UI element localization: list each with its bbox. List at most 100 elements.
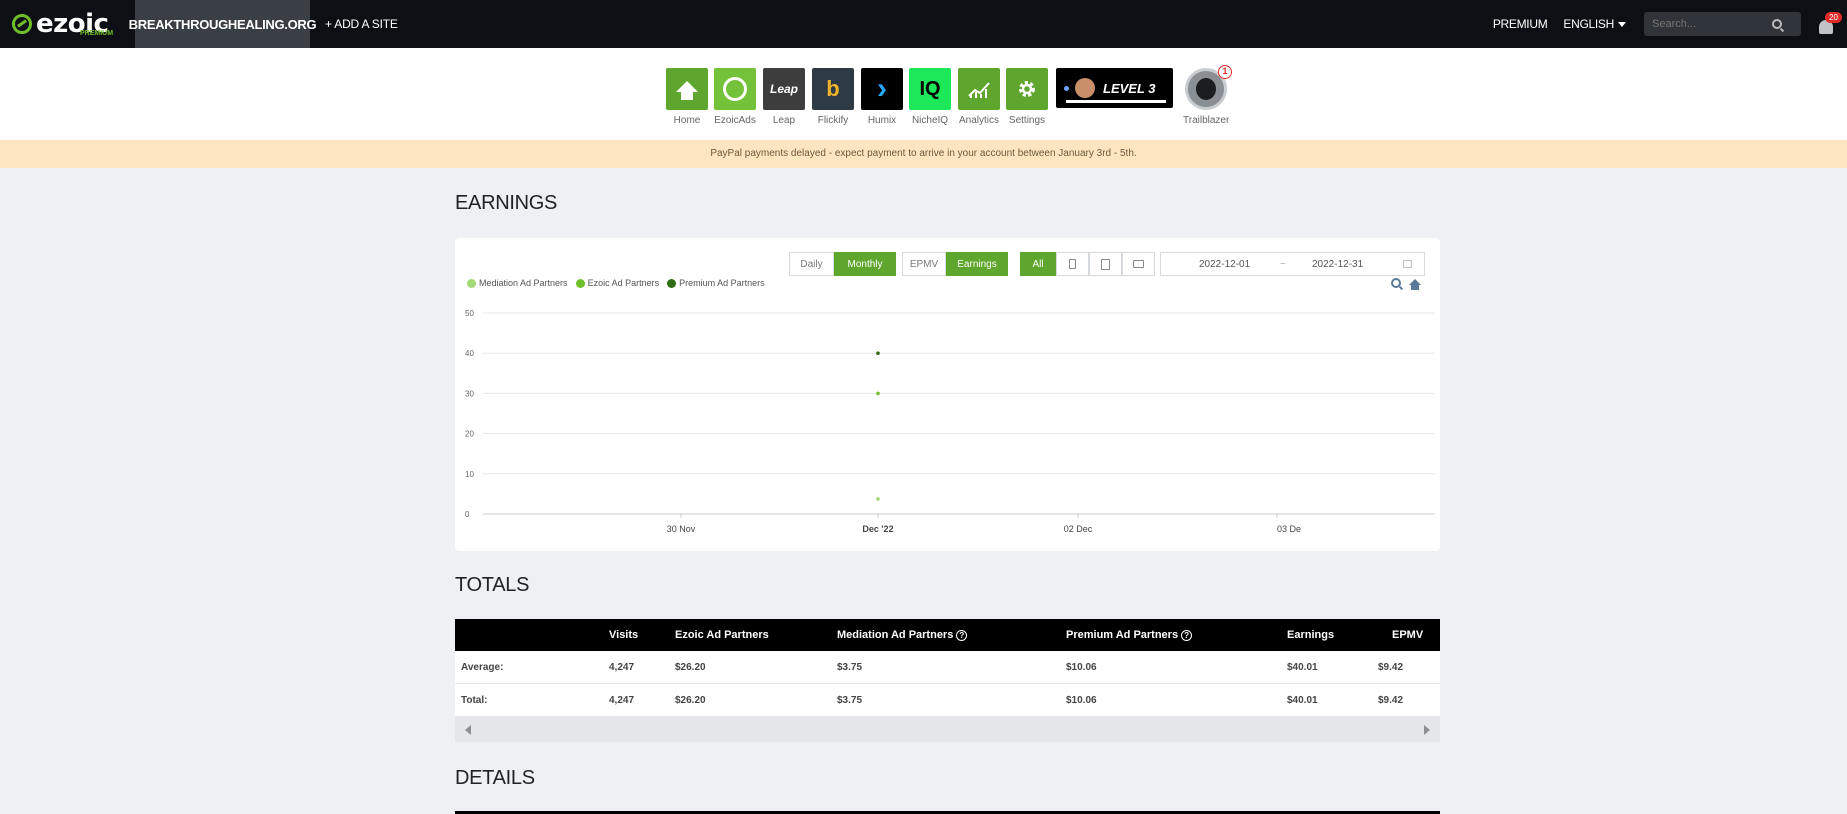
add-site-link[interactable]: + ADD A SITE (325, 17, 398, 31)
cell-ezoic: $26.20 (675, 694, 706, 706)
y-tick-label: 20 (465, 430, 474, 439)
app-label: Analytics (958, 115, 999, 126)
x-tick-label: 30 Nov (667, 524, 696, 534)
leap-icon: Leap (763, 68, 805, 110)
row-label: Total: (461, 694, 488, 706)
data-point[interactable] (876, 391, 880, 396)
search-input[interactable] (1652, 18, 1772, 30)
scroll-left-icon[interactable] (465, 725, 471, 735)
nicheiq-icon: IQ (909, 68, 951, 110)
table-header: Visits Ezoic Ad Partners Mediation Ad Pa… (455, 619, 1440, 651)
logo-premium-label: PREMIUM (80, 30, 114, 37)
data-point[interactable] (876, 497, 880, 501)
top-navbar: ezoic PREMIUM BREAKTHROUGHEALING.ORG + A… (0, 0, 1847, 48)
search-box (1644, 12, 1801, 36)
scroll-right-icon[interactable] (1424, 725, 1430, 735)
app-label: Home (673, 115, 701, 126)
app-label: Leap (772, 115, 796, 126)
totals-title: TOTALS (455, 574, 530, 596)
app-analytics[interactable]: Analytics (958, 68, 1000, 126)
header-mediation-ad-partners: Mediation Ad Partners? (837, 619, 968, 651)
y-tick-label: 40 (465, 349, 474, 358)
cell-visits: 4,247 (609, 661, 635, 673)
payment-notice-banner: PayPal payments delayed - expect payment… (0, 140, 1847, 168)
cell-earnings: $40.01 (1287, 694, 1318, 706)
y-tick-label: 0 (465, 510, 470, 519)
earnings-title: EARNINGS (455, 192, 558, 214)
apps-bar: Home EzoicAds Leap Leap b Flickify › Hum… (0, 48, 1847, 140)
help-icon[interactable]: ? (1181, 629, 1193, 641)
table-row: Average: 4,247 $26.20 $3.75 $10.06 $40.0… (455, 651, 1440, 684)
x-tick-label: 03 De (1277, 524, 1301, 534)
app-label: Flickify (817, 115, 849, 126)
app-ezoicads[interactable]: EzoicAds (714, 68, 756, 126)
app-leap[interactable]: Leap Leap (763, 68, 805, 126)
humix-icon: › (861, 68, 903, 110)
app-humix[interactable]: › Humix (861, 68, 903, 126)
header-visits: Visits (609, 629, 639, 641)
x-tick-label: Dec '22 (862, 524, 893, 534)
app-home[interactable]: Home (666, 68, 708, 126)
details-title: DETAILS (455, 767, 535, 789)
notifications-button[interactable]: 20 (1815, 10, 1842, 38)
data-point[interactable] (876, 351, 880, 355)
header-earnings: Earnings (1287, 629, 1335, 641)
avatar (1075, 78, 1095, 98)
search-icon[interactable] (1772, 19, 1782, 29)
help-icon[interactable]: ? (956, 629, 968, 641)
header-ezoic-ad-partners: Ezoic Ad Partners (675, 629, 769, 641)
cell-mediation: $3.75 (837, 694, 863, 706)
trailblazer-label: Trailblazer (1183, 115, 1230, 126)
app-label: Humix (867, 115, 897, 126)
level-progress-bar (1066, 100, 1166, 103)
app-nicheiq[interactable]: IQ NicheIQ (909, 68, 951, 126)
app-label: NicheIQ (911, 115, 949, 126)
cell-earnings: $40.01 (1287, 661, 1318, 673)
app-label: Settings (1008, 115, 1046, 126)
cell-epmv: $9.42 (1378, 661, 1404, 673)
analytics-icon (958, 68, 1000, 110)
cell-premium: $10.06 (1066, 661, 1097, 673)
top-right-controls: PREMIUM ENGLISH 20 (1493, 0, 1847, 48)
cell-ezoic: $26.20 (675, 661, 706, 673)
app-flickify[interactable]: b Flickify (812, 68, 854, 126)
cell-epmv: $9.42 (1378, 694, 1404, 706)
premium-link[interactable]: PREMIUM (1493, 17, 1548, 31)
status-dot (1064, 85, 1069, 91)
row-label: Average: (461, 661, 504, 673)
trailblazer-count-badge: 1 (1218, 65, 1232, 79)
app-label: EzoicAds (714, 115, 756, 126)
ezoic-logo[interactable]: ezoic PREMIUM (0, 0, 135, 48)
header-epmv: EPMV (1392, 629, 1424, 641)
x-tick-label: 02 Dec (1064, 524, 1093, 534)
gear-icon (1006, 68, 1048, 110)
language-label: ENGLISH (1563, 17, 1614, 31)
cell-premium: $10.06 (1066, 694, 1097, 706)
level-label: LEVEL 3 (1103, 80, 1156, 96)
app-settings[interactable]: Settings (1006, 68, 1048, 126)
y-tick-label: 10 (465, 470, 474, 479)
level-badge[interactable]: LEVEL 3 (1056, 68, 1173, 108)
language-dropdown[interactable]: ENGLISH (1563, 17, 1626, 31)
home-icon (666, 68, 708, 110)
trailblazer-badge[interactable]: 1 Trailblazer (1183, 65, 1232, 126)
caret-down-icon (1618, 22, 1626, 28)
y-tick-label: 50 (465, 309, 474, 318)
header-label: Mediation Ad Partners (837, 629, 954, 641)
table-row: Total: 4,247 $26.20 $3.75 $10.06 $40.01 … (455, 684, 1440, 717)
earnings-chart: 0 10 20 30 40 50 30 Nov Dec '22 02 Dec 03 De (465, 309, 1435, 534)
header-premium-ad-partners: Premium Ad Partners? (1066, 619, 1193, 651)
site-tab[interactable]: BREAKTHROUGHEALING.ORG (129, 0, 317, 48)
flickify-icon: b (812, 68, 854, 110)
totals-table: Visits Ezoic Ad Partners Mediation Ad Pa… (455, 619, 1440, 742)
cell-visits: 4,247 (609, 694, 635, 706)
ezoic-logo-icon (12, 14, 32, 34)
notification-count-badge: 20 (1825, 12, 1842, 23)
cell-mediation: $3.75 (837, 661, 863, 673)
horizontal-scrollbar[interactable] (455, 717, 1440, 742)
header-label: Premium Ad Partners (1066, 629, 1179, 641)
ezoicads-icon (714, 68, 756, 110)
earnings-chart-card: Daily Monthly EPMV Earnings All 2022-12-… (455, 238, 1440, 551)
astronaut-icon: 1 (1185, 65, 1232, 110)
y-tick-label: 30 (465, 389, 474, 398)
